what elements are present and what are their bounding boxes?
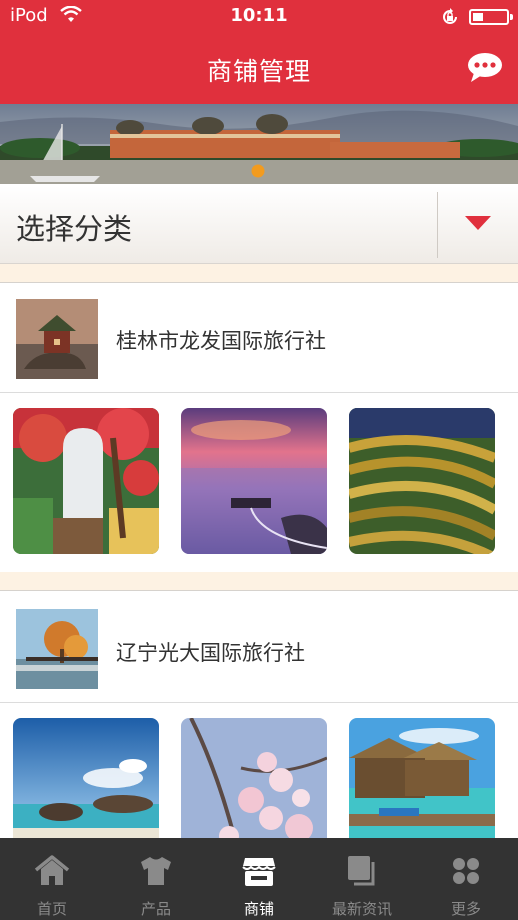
section-separator <box>0 264 518 283</box>
shop-photo[interactable] <box>181 408 327 554</box>
banner-carousel[interactable] <box>0 104 518 184</box>
shop-item[interactable]: 桂林市龙发国际旅行社 <box>0 283 518 393</box>
page-title: 商铺管理 <box>206 57 311 86</box>
tab-more[interactable]: 更多 <box>414 838 518 920</box>
shop-photo-gallery <box>0 704 518 838</box>
select-divider <box>437 192 438 258</box>
lake-sunset-photo <box>181 408 327 554</box>
shop-thumbnail <box>16 609 98 689</box>
mural-photo <box>13 408 159 554</box>
home-icon <box>34 855 70 885</box>
category-select-label: 选择分类 <box>16 212 133 246</box>
beach-rocks-photo <box>13 718 159 838</box>
palace-banner-image <box>0 104 518 184</box>
shop-photo[interactable] <box>13 718 159 838</box>
tab-label: 更多 <box>450 900 481 918</box>
tab-news[interactable]: 最新资讯 <box>310 838 414 920</box>
cherry-blossom-photo <box>181 718 327 838</box>
app-header: 商铺管理 <box>0 34 518 104</box>
section-separator <box>0 572 518 591</box>
overwater-bungalow-photo <box>349 718 495 838</box>
battery-icon <box>469 9 513 25</box>
tab-label: 商铺 <box>243 900 274 918</box>
shop-photo[interactable] <box>181 718 327 838</box>
shop-photo[interactable] <box>349 408 495 554</box>
chat-bubble-icon[interactable] <box>466 51 504 85</box>
grid-icon <box>453 858 479 884</box>
shop-item[interactable]: 辽宁光大国际旅行社 <box>0 591 518 703</box>
shirt-icon <box>141 857 171 885</box>
shop-thumbnail <box>16 299 98 379</box>
shop-name: 桂林市龙发国际旅行社 <box>116 329 326 353</box>
tab-products[interactable]: 产品 <box>104 838 208 920</box>
store-icon <box>242 858 276 886</box>
tab-label: 首页 <box>36 900 67 918</box>
tab-stores[interactable]: 商铺 <box>207 838 311 920</box>
bottom-tab-bar: 首页 产品 商铺 最新资讯 更多 <box>0 838 518 920</box>
cabin-on-rock-photo <box>16 299 98 379</box>
shop-photo-gallery <box>0 394 518 572</box>
rotation-lock-icon <box>443 8 457 24</box>
category-select[interactable]: 选择分类 <box>0 186 518 264</box>
tab-label: 产品 <box>140 900 171 918</box>
tab-home[interactable]: 首页 <box>0 838 104 920</box>
dropdown-arrow-icon[interactable] <box>463 213 493 233</box>
shop-name: 辽宁光大国际旅行社 <box>116 641 305 665</box>
shop-photo[interactable] <box>13 408 159 554</box>
shop-photo[interactable] <box>349 718 495 838</box>
news-icon <box>348 856 375 886</box>
autumn-tree-lake-photo <box>16 609 98 689</box>
tab-label: 最新资讯 <box>331 900 392 918</box>
rice-terraces-photo <box>349 408 495 554</box>
status-bar: iPod 10:11 <box>0 0 518 34</box>
